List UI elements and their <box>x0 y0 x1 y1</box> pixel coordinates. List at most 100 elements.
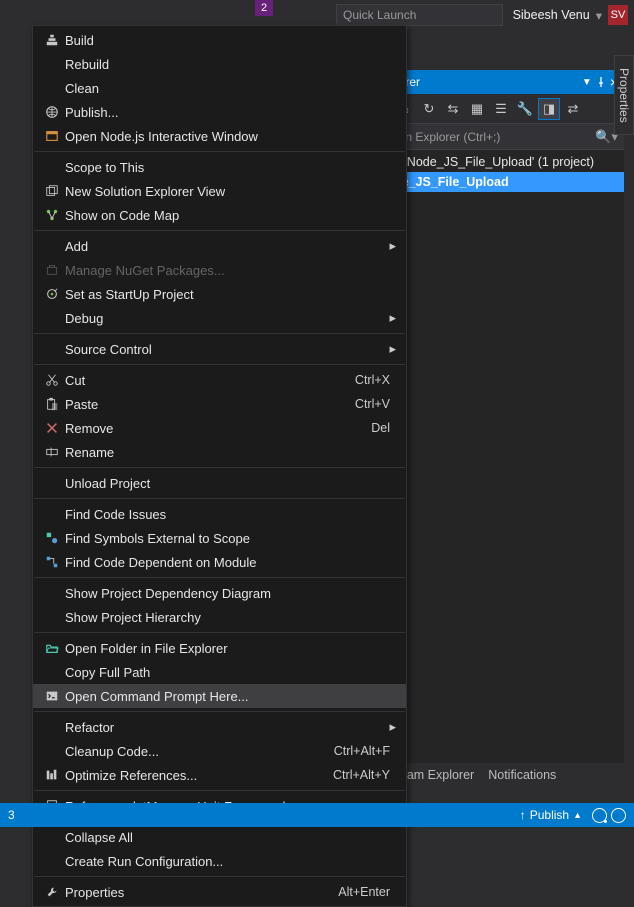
menu-label: Show Project Dependency Diagram <box>65 586 400 601</box>
properties-icon[interactable]: ☰ <box>490 98 512 120</box>
no-icon <box>39 237 65 255</box>
menu-label: Show on Code Map <box>65 208 400 223</box>
menu-item[interactable]: Rebuild <box>33 52 406 76</box>
menu-item[interactable]: Build <box>33 28 406 52</box>
menu-label: Rebuild <box>65 57 400 72</box>
pin-icon[interactable] <box>596 77 606 87</box>
menu-item[interactable]: Publish... <box>33 100 406 124</box>
show-all-icon[interactable]: ▦ <box>466 98 488 120</box>
no-icon <box>39 55 65 73</box>
properties-side-tab[interactable]: Properties <box>614 55 634 135</box>
notifications-icon[interactable] <box>611 808 626 823</box>
menu-label: Optimize References... <box>65 768 333 783</box>
panel-title-bar[interactable]: lorer ▼ × <box>390 70 624 94</box>
menu-separator <box>34 498 405 499</box>
no-icon <box>39 340 65 358</box>
solution-node[interactable]: n 'Node_JS_File_Upload' (1 project) <box>390 152 624 172</box>
menu-item[interactable]: Optimize References...Ctrl+Alt+Y <box>33 763 406 787</box>
menu-label: Properties <box>65 885 338 900</box>
delete-icon <box>39 419 65 437</box>
menu-item[interactable]: Refactor▸ <box>33 715 406 739</box>
no-icon <box>39 828 65 846</box>
menu-item[interactable]: Collapse All <box>33 825 406 849</box>
menu-item[interactable]: Find Code Issues <box>33 502 406 526</box>
menu-item[interactable]: Rename <box>33 440 406 464</box>
panel-search-input[interactable]: ion Explorer (Ctrl+;) 🔍▾ <box>390 124 624 150</box>
menu-item[interactable]: Find Code Dependent on Module <box>33 550 406 574</box>
menu-item[interactable]: Show on Code Map <box>33 203 406 227</box>
dependent-icon <box>39 553 65 571</box>
menu-shortcut: Alt+Enter <box>338 885 400 899</box>
publish-button[interactable]: ↑ Publish ▲ <box>520 808 582 822</box>
rename-icon <box>39 443 65 461</box>
preview-icon[interactable]: ◨ <box>538 98 560 120</box>
menu-item[interactable]: Create Run Configuration... <box>33 849 406 873</box>
collapse-icon[interactable]: ⇆ <box>442 98 464 120</box>
menu-item[interactable]: PasteCtrl+V <box>33 392 406 416</box>
menu-item[interactable]: Debug▸ <box>33 306 406 330</box>
user-badge: SV <box>608 5 628 25</box>
menu-label: Rename <box>65 445 400 460</box>
menu-label: Cut <box>65 373 355 388</box>
menu-shortcut: Ctrl+Alt+F <box>334 744 400 758</box>
menu-item[interactable]: Show Project Dependency Diagram <box>33 581 406 605</box>
refresh-icon[interactable]: ↻ <box>418 98 440 120</box>
menu-item[interactable]: Show Project Hierarchy <box>33 605 406 629</box>
menu-label: Source Control <box>65 342 389 357</box>
project-label: de_JS_File_Upload <box>394 175 509 189</box>
tab-notifications[interactable]: Notifications <box>488 768 556 782</box>
menu-label: Copy Full Path <box>65 665 400 680</box>
menu-item[interactable]: Unload Project <box>33 471 406 495</box>
menu-separator <box>34 333 405 334</box>
quick-launch-input[interactable]: Quick Launch <box>336 4 503 26</box>
menu-label: Open Command Prompt Here... <box>65 689 400 704</box>
chevron-right-icon: ▸ <box>389 719 400 735</box>
menu-label: Show Project Hierarchy <box>65 610 400 625</box>
no-icon <box>39 608 65 626</box>
menu-item[interactable]: Open Folder in File Explorer <box>33 636 406 660</box>
no-icon <box>39 742 65 760</box>
menu-item[interactable]: Find Symbols External to Scope <box>33 526 406 550</box>
menu-label: Paste <box>65 397 355 412</box>
solution-tree: n 'Node_JS_File_Upload' (1 project) de_J… <box>390 150 624 777</box>
menu-label: New Solution Explorer View <box>65 184 400 199</box>
menu-item[interactable]: Clean <box>33 76 406 100</box>
startup-icon <box>39 285 65 303</box>
menu-label: Open Folder in File Explorer <box>65 641 400 656</box>
menu-item[interactable]: Add▸ <box>33 234 406 258</box>
flag-count: 2 <box>261 2 267 14</box>
menu-item[interactable]: Copy Full Path <box>33 660 406 684</box>
menu-separator <box>34 151 405 152</box>
upload-icon: ↑ <box>520 808 526 822</box>
no-icon <box>39 584 65 602</box>
menu-item[interactable]: Open Node.js Interactive Window <box>33 124 406 148</box>
wrench-icon[interactable]: 🔧 <box>514 98 536 120</box>
menu-item[interactable]: Source Control▸ <box>33 337 406 361</box>
menu-label: Find Code Dependent on Module <box>65 555 400 570</box>
menu-shortcut: Ctrl+V <box>355 397 400 411</box>
menu-item[interactable]: New Solution Explorer View <box>33 179 406 203</box>
menu-item[interactable]: RemoveDel <box>33 416 406 440</box>
menu-item[interactable]: Scope to This <box>33 155 406 179</box>
menu-item[interactable]: CutCtrl+X <box>33 368 406 392</box>
sync-icon[interactable]: ⇄ <box>562 98 584 120</box>
paste-icon <box>39 395 65 413</box>
menu-separator <box>34 790 405 791</box>
menu-label: Collapse All <box>65 830 400 845</box>
menu-item[interactable]: Cleanup Code...Ctrl+Alt+F <box>33 739 406 763</box>
notification-flag[interactable]: 2 <box>255 0 273 16</box>
symbols-icon <box>39 529 65 547</box>
menu-item[interactable]: Set as StartUp Project <box>33 282 406 306</box>
menu-item[interactable]: Open Command Prompt Here... <box>33 684 406 708</box>
solution-explorer-panel: lorer ▼ × ⌂ ↻ ⇆ ▦ ☰ 🔧 ◨ ⇄ ion Explorer (… <box>390 70 624 777</box>
feedback-icon[interactable] <box>592 808 607 823</box>
project-node[interactable]: de_JS_File_Upload <box>390 172 624 192</box>
user-area[interactable]: Sibeesh Venu ▾ SV <box>513 5 628 25</box>
menu-label: Remove <box>65 421 371 436</box>
chevron-right-icon: ▸ <box>389 238 400 254</box>
menu-label: Publish... <box>65 105 400 120</box>
dropdown-icon[interactable]: ▼ <box>582 77 592 88</box>
menu-item[interactable]: PropertiesAlt+Enter <box>33 880 406 904</box>
publish-label: Publish <box>530 808 569 822</box>
menu-label: Manage NuGet Packages... <box>65 263 400 278</box>
